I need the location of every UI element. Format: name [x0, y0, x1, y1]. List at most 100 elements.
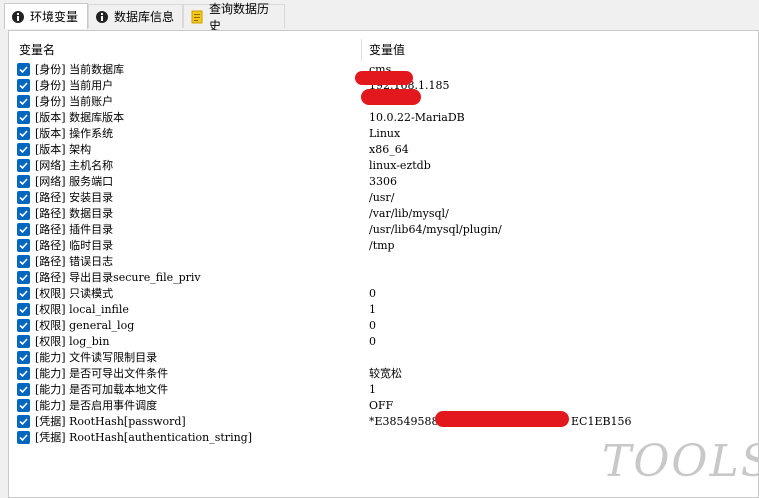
row-checkbox[interactable]	[17, 143, 30, 156]
variable-name: [身份] 当前数据库	[35, 63, 125, 76]
row-checkbox[interactable]	[17, 431, 30, 444]
variable-name: [路径] 错误日志	[35, 255, 114, 268]
row-checkbox[interactable]	[17, 111, 30, 124]
variable-name: [网络] 服务端口	[35, 175, 114, 188]
row-checkbox[interactable]	[17, 415, 30, 428]
variable-name: [凭据] RootHash[password]	[35, 415, 186, 428]
variable-value: 0	[369, 287, 376, 300]
variable-value-tail: EC1EB156	[571, 415, 632, 428]
variable-row[interactable]: [权限] 只读模式 0	[9, 286, 759, 302]
tab-query-history[interactable]: 查询数据历史	[183, 2, 285, 33]
row-checkbox[interactable]	[17, 223, 30, 236]
variable-row[interactable]: [能力] 是否可导出文件条件 较宽松	[9, 366, 759, 382]
variable-row[interactable]: [能力] 文件读写限制目录	[9, 350, 759, 366]
column-header-name[interactable]: 变量名	[19, 39, 55, 61]
variable-value: 1	[369, 383, 376, 396]
variable-row[interactable]: [凭据] RootHash[password] *E38549588 EC1EB15…	[9, 414, 759, 430]
grid-header: 变量名 变量值	[9, 39, 759, 61]
variable-name: [路径] 插件目录	[35, 223, 114, 236]
checkmark-icon	[19, 226, 28, 234]
variable-value: Linux	[369, 127, 401, 140]
variable-value: *E38549588	[369, 415, 439, 428]
variable-row[interactable]: [版本] 操作系统 Linux	[9, 126, 759, 142]
variable-row[interactable]: [网络] 主机名称 linux-eztdb	[9, 158, 759, 174]
row-checkbox[interactable]	[17, 127, 30, 140]
row-checkbox[interactable]	[17, 399, 30, 412]
variable-row[interactable]: [路径] 数据目录/var/lib/mysql/	[9, 206, 759, 222]
variable-row[interactable]: [权限] local_infile 1	[9, 302, 759, 318]
tab-database-info[interactable]: 数据库信息	[88, 4, 183, 28]
variable-row[interactable]: [网络] 服务端口 3306	[9, 174, 759, 190]
row-checkbox[interactable]	[17, 335, 30, 348]
variable-row[interactable]: [能力] 是否启用事件调度 OFF	[9, 398, 759, 414]
notes-icon	[190, 10, 204, 24]
variable-name: [权限] log_bin	[35, 335, 110, 348]
variable-row[interactable]: [路径] 插件目录/usr/lib64/mysql/plugin/	[9, 222, 759, 238]
row-checkbox[interactable]	[17, 255, 30, 268]
row-checkbox[interactable]	[17, 367, 30, 380]
checkmark-icon	[19, 258, 28, 266]
checkmark-icon	[19, 306, 28, 314]
checkmark-icon	[19, 402, 28, 410]
checkmark-icon	[19, 386, 28, 394]
row-checkbox[interactable]	[17, 79, 30, 92]
variable-name: [权限] 只读模式	[35, 287, 114, 300]
checkmark-icon	[19, 194, 28, 202]
row-checkbox[interactable]	[17, 191, 30, 204]
row-checkbox[interactable]	[17, 351, 30, 364]
checkmark-icon	[19, 178, 28, 186]
variable-row[interactable]: [路径] 安装目录/usr/	[9, 190, 759, 206]
variable-value: 10.0.22-MariaDB	[369, 111, 465, 124]
redaction-mark	[361, 89, 421, 105]
variable-name: [身份] 当前账户	[35, 95, 114, 108]
checkmark-icon	[19, 354, 28, 362]
checkmark-icon	[19, 322, 28, 330]
variables-panel: 变量名 变量值 [身份] 当前数据库 cms [身份] 当前用户 192.168.1.…	[8, 30, 759, 498]
checkmark-icon	[19, 130, 28, 138]
tab-environment-variables[interactable]: 环境变量	[4, 3, 88, 29]
redaction-mark	[355, 71, 413, 85]
row-checkbox[interactable]	[17, 175, 30, 188]
variable-value: /tmp	[369, 239, 395, 252]
variable-value: /var/lib/mysql/	[369, 207, 449, 220]
variable-row[interactable]: [能力] 是否可加载本地文件 1	[9, 382, 759, 398]
variable-name: [权限] general_log	[35, 319, 135, 332]
variable-name: [能力] 是否可加载本地文件	[35, 383, 169, 396]
row-checkbox[interactable]	[17, 303, 30, 316]
variable-row[interactable]: [权限] log_bin 0	[9, 334, 759, 350]
checkmark-icon	[19, 338, 28, 346]
checkmark-icon	[19, 274, 28, 282]
variable-row[interactable]: [路径] 错误日志	[9, 254, 759, 270]
variable-name: [路径] 数据目录	[35, 207, 114, 220]
variable-row[interactable]: [权限] general_log 0	[9, 318, 759, 334]
variable-row[interactable]: [路径] 导出目录secure_file_priv	[9, 270, 759, 286]
row-checkbox[interactable]	[17, 239, 30, 252]
variable-name: [路径] 导出目录secure_file_priv	[35, 271, 201, 284]
row-checkbox[interactable]	[17, 383, 30, 396]
checkmark-icon	[19, 98, 28, 106]
row-checkbox[interactable]	[17, 207, 30, 220]
row-checkbox[interactable]	[17, 271, 30, 284]
variable-value: 较宽松	[369, 367, 402, 380]
row-checkbox[interactable]	[17, 63, 30, 76]
tab-label: 环境变量	[30, 10, 79, 24]
variable-value: x86_64	[369, 143, 409, 156]
variable-value: 1	[369, 303, 376, 316]
column-header-value[interactable]: 变量值	[369, 39, 405, 61]
tab-label: 数据库信息	[114, 10, 175, 24]
variable-row[interactable]: [版本] 架构 x86_64	[9, 142, 759, 158]
variable-row[interactable]: [路径] 临时目录/tmp	[9, 238, 759, 254]
checkmark-icon	[19, 434, 28, 442]
variable-name: [凭据] RootHash[authentication_string]	[35, 431, 253, 444]
checkmark-icon	[19, 370, 28, 378]
variable-row[interactable]: [版本] 数据库版本 10.0.22-MariaDB	[9, 110, 759, 126]
row-checkbox[interactable]	[17, 95, 30, 108]
row-checkbox[interactable]	[17, 159, 30, 172]
row-checkbox[interactable]	[17, 287, 30, 300]
variable-value: /usr/	[369, 191, 395, 204]
column-divider[interactable]	[361, 39, 362, 61]
variable-name: [权限] local_infile	[35, 303, 129, 316]
row-checkbox[interactable]	[17, 319, 30, 332]
variable-name: [版本] 架构	[35, 143, 92, 156]
tab-label: 查询数据历史	[209, 1, 270, 33]
